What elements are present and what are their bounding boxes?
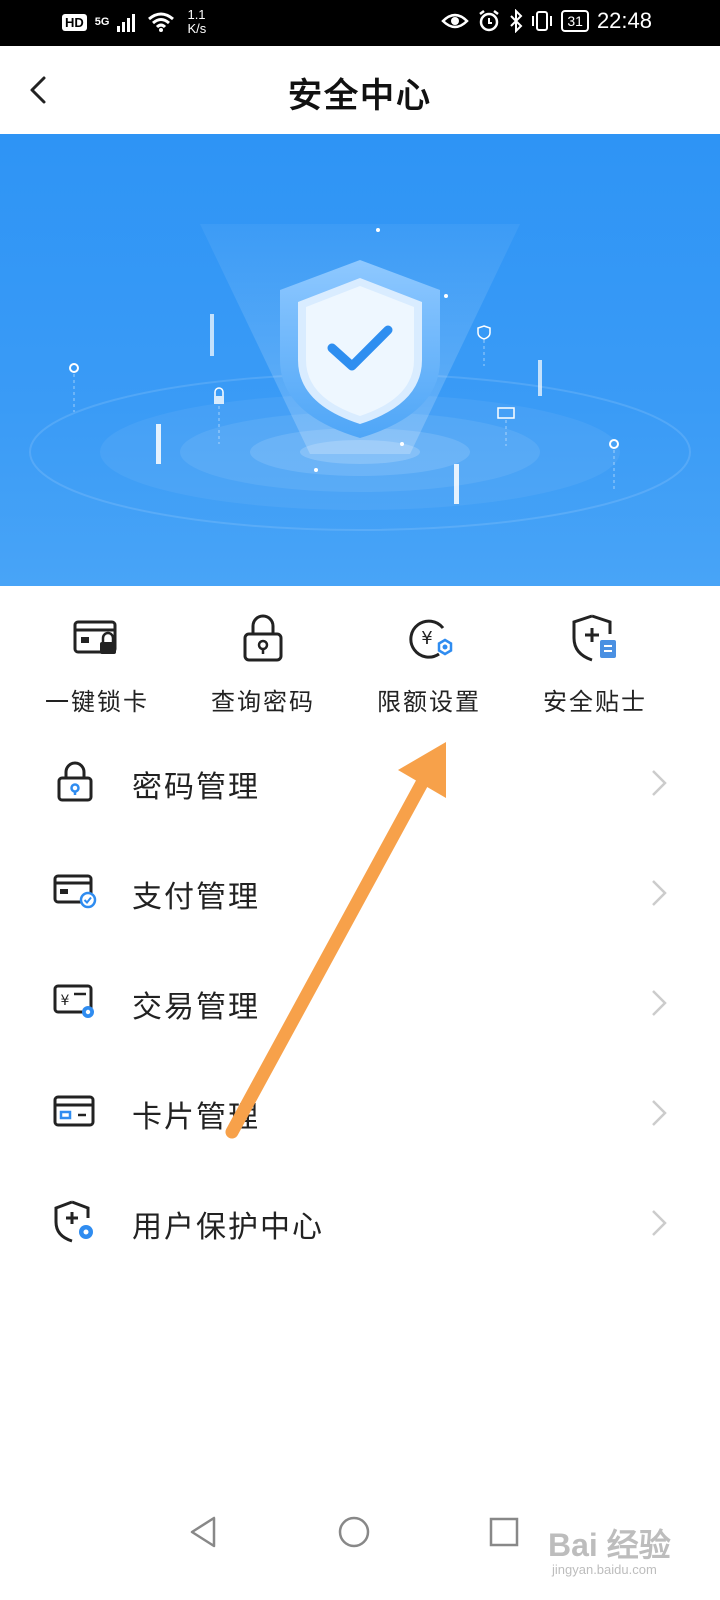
baidu-jingyan-watermark: Bai 经验 jingyan.baidu.com bbox=[548, 1508, 708, 1588]
watermark-url: jingyan.baidu.com bbox=[552, 1562, 657, 1577]
alarm-icon bbox=[479, 10, 500, 32]
signal-icon bbox=[117, 14, 136, 32]
clock: 22:48 bbox=[596, 8, 652, 33]
svg-text:¥: ¥ bbox=[61, 993, 70, 1009]
menu-item-transaction-management[interactable]: ¥ 交易管理 bbox=[0, 948, 720, 1058]
chevron-right-icon bbox=[652, 880, 667, 906]
nav-back-icon[interactable] bbox=[184, 1512, 224, 1552]
menu-item-password-management[interactable]: 密码管理 bbox=[0, 728, 720, 838]
quick-action-query-password[interactable]: 查询密码 bbox=[180, 596, 346, 726]
nav-recents-icon[interactable] bbox=[484, 1512, 524, 1552]
app-header: 安全中心 bbox=[0, 46, 720, 134]
security-banner bbox=[0, 134, 720, 586]
svg-text:¥: ¥ bbox=[421, 628, 432, 649]
chevron-right-icon bbox=[652, 1100, 667, 1126]
battery-indicator: 31 bbox=[561, 10, 589, 32]
shield-tips-icon bbox=[572, 614, 616, 662]
shield-illustration bbox=[29, 224, 691, 531]
hd-badge: HD bbox=[62, 13, 87, 31]
quick-action-lock-card[interactable]: 一键锁卡 bbox=[14, 596, 180, 726]
card-lock-icon bbox=[73, 620, 117, 654]
page-title: 安全中心 bbox=[288, 76, 432, 116]
payment-card-icon bbox=[53, 874, 97, 909]
chevron-right-icon bbox=[652, 770, 667, 796]
shield-gear-icon bbox=[54, 1200, 93, 1243]
settings-menu: 密码管理 支付管理 ¥ 交易管理 卡片管理 用户保护中心 bbox=[0, 728, 720, 1278]
eye-icon bbox=[441, 13, 470, 29]
chevron-right-icon bbox=[652, 1210, 667, 1236]
chevron-right-icon bbox=[652, 990, 667, 1016]
bluetooth-icon bbox=[510, 9, 523, 33]
quick-actions: 一键锁卡 查询密码 ¥ 限额设置 安全贴士 bbox=[0, 596, 720, 726]
vibrate-icon bbox=[532, 11, 553, 31]
network-type: 5G bbox=[94, 16, 110, 28]
wifi-icon bbox=[148, 12, 175, 32]
padlock-icon bbox=[243, 614, 283, 662]
network-speed: 1.1 K/s bbox=[187, 7, 207, 36]
menu-item-card-management[interactable]: 卡片管理 bbox=[0, 1058, 720, 1168]
menu-item-user-protection-center[interactable]: 用户保护中心 bbox=[0, 1168, 720, 1278]
quick-action-security-tips[interactable]: 安全贴士 bbox=[512, 596, 678, 726]
menu-item-payment-management[interactable]: 支付管理 bbox=[0, 838, 720, 948]
quick-action-limit-settings[interactable]: ¥ 限额设置 bbox=[346, 596, 512, 726]
watermark-brand: Bai 经验 bbox=[548, 1527, 671, 1563]
lock-icon bbox=[57, 761, 93, 802]
yuan-limit-icon: ¥ bbox=[409, 619, 453, 659]
nav-home-icon[interactable] bbox=[334, 1512, 374, 1552]
bank-card-icon bbox=[53, 1095, 95, 1127]
transaction-icon: ¥ bbox=[53, 984, 94, 1018]
status-bar: HD 5G 1.1 K/s 31 22:48 bbox=[0, 0, 720, 46]
